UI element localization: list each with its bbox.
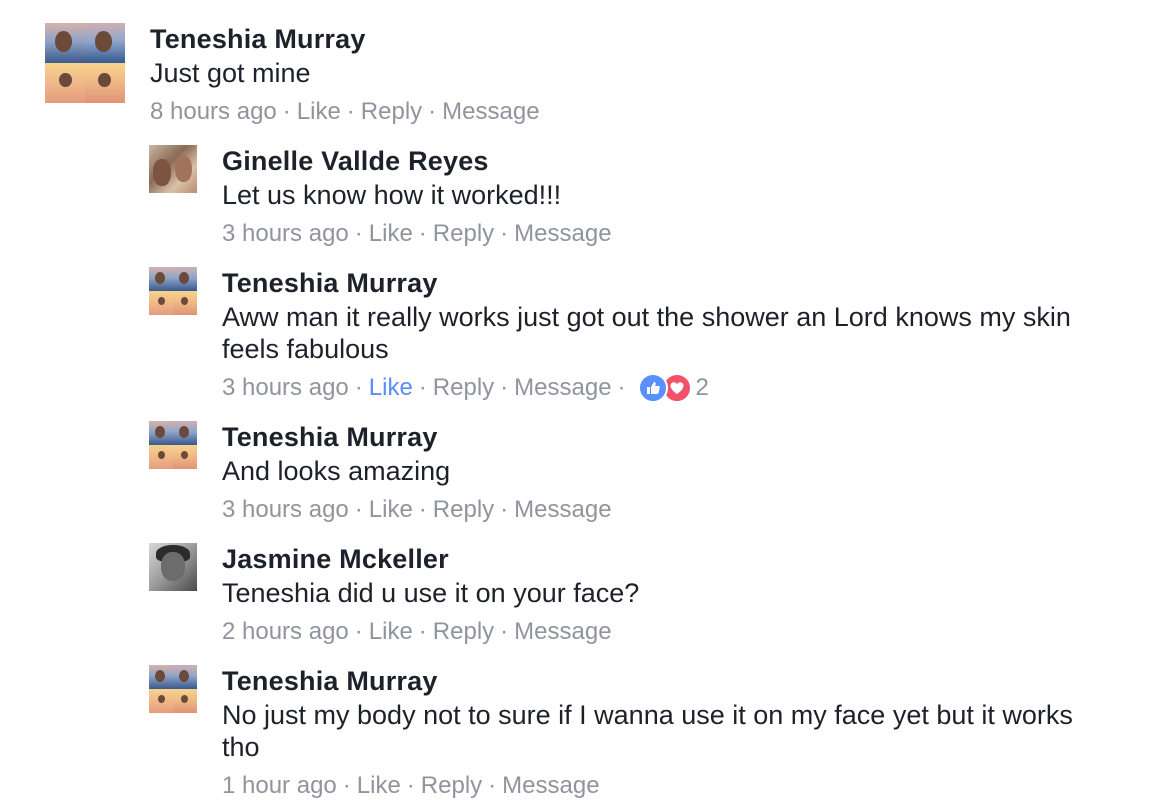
separator: ·: [354, 618, 363, 645]
separator: ·: [488, 772, 497, 799]
comment-reply: Teneshia Murray No just my body not to s…: [149, 665, 1082, 801]
separator: ·: [342, 772, 351, 799]
reactions-summary[interactable]: 2: [637, 373, 709, 403]
avatar[interactable]: [149, 421, 197, 469]
comment-reply: Ginelle Vallde Reyes Let us know how it …: [149, 145, 1082, 249]
reply-link[interactable]: Reply: [361, 97, 422, 127]
comment-meta: 3 hours ago · Like · Reply · Message: [222, 495, 1082, 525]
comment-author[interactable]: Teneshia Murray: [150, 23, 1010, 55]
separator: ·: [617, 374, 626, 401]
timestamp[interactable]: 3 hours ago: [222, 373, 349, 403]
comment-reply: Teneshia Murray And looks amazing 3 hour…: [149, 421, 1082, 525]
comment-body: Teneshia Murray Just got mine 8 hours ag…: [150, 23, 1010, 127]
separator: ·: [428, 98, 437, 125]
message-link[interactable]: Message: [514, 495, 611, 525]
comment-text: Aww man it really works just got out the…: [222, 302, 1071, 364]
timestamp[interactable]: 3 hours ago: [222, 219, 349, 249]
comment-text: And looks amazing: [222, 456, 451, 486]
separator: ·: [354, 220, 363, 247]
separator: ·: [282, 98, 291, 125]
comment: Teneshia Murray Just got mine 8 hours ag…: [45, 23, 1010, 127]
comment-body: Ginelle Vallde Reyes Let us know how it …: [222, 145, 1082, 249]
message-link[interactable]: Message: [442, 97, 539, 127]
avatar[interactable]: [149, 665, 197, 713]
separator: ·: [500, 220, 509, 247]
comment-reply: Teneshia Murray Aww man it really works …: [149, 267, 1082, 403]
reply-link[interactable]: Reply: [433, 219, 494, 249]
comment-meta: 2 hours ago · Like · Reply · Message: [222, 617, 1082, 647]
message-link[interactable]: Message: [514, 219, 611, 249]
comment-author[interactable]: Jasmine Mckeller: [222, 543, 1082, 575]
timestamp[interactable]: 8 hours ago: [150, 97, 277, 127]
separator: ·: [346, 98, 355, 125]
comment-author[interactable]: Teneshia Murray: [222, 421, 1082, 453]
separator: ·: [418, 618, 427, 645]
comment-author[interactable]: Teneshia Murray: [222, 665, 1082, 697]
timestamp[interactable]: 2 hours ago: [222, 617, 349, 647]
comment-body: Jasmine Mckeller Teneshia did u use it o…: [222, 543, 1082, 647]
like-link[interactable]: Like: [369, 495, 413, 525]
separator: ·: [418, 220, 427, 247]
like-link[interactable]: Like: [369, 617, 413, 647]
comment-meta: 1 hour ago · Like · Reply · Message: [222, 771, 1082, 801]
comment-author[interactable]: Ginelle Vallde Reyes: [222, 145, 1082, 177]
comment-body: Teneshia Murray No just my body not to s…: [222, 665, 1082, 801]
avatar[interactable]: [149, 267, 197, 315]
comment-text: Just got mine: [150, 58, 311, 88]
separator: ·: [500, 618, 509, 645]
comment-meta: 3 hours ago · Like · Reply · Message: [222, 219, 1082, 249]
like-link[interactable]: Like: [357, 771, 401, 801]
comment-meta: 8 hours ago · Like · Reply · Message: [150, 97, 1010, 127]
separator: ·: [406, 772, 415, 799]
timestamp[interactable]: 1 hour ago: [222, 771, 337, 801]
like-link[interactable]: Like: [297, 97, 341, 127]
message-link[interactable]: Message: [514, 373, 611, 403]
like-link[interactable]: Like: [369, 219, 413, 249]
like-link[interactable]: Like: [369, 373, 413, 403]
avatar[interactable]: [149, 145, 197, 193]
separator: ·: [500, 496, 509, 523]
message-link[interactable]: Message: [514, 617, 611, 647]
separator: ·: [354, 496, 363, 523]
comment-body: Teneshia Murray And looks amazing 3 hour…: [222, 421, 1082, 525]
avatar[interactable]: [149, 543, 197, 591]
avatar[interactable]: [45, 23, 125, 103]
message-link[interactable]: Message: [502, 771, 599, 801]
comment-text: Teneshia did u use it on your face?: [222, 578, 640, 608]
comment-body: Teneshia Murray Aww man it really works …: [222, 267, 1082, 403]
like-icon: [637, 373, 668, 403]
reply-link[interactable]: Reply: [421, 771, 482, 801]
separator: ·: [354, 374, 363, 401]
reply-link[interactable]: Reply: [433, 617, 494, 647]
comment-text: No just my body not to sure if I wanna u…: [222, 700, 1073, 762]
comment-text: Let us know how it worked!!!: [222, 180, 562, 210]
reply-link[interactable]: Reply: [433, 495, 494, 525]
comment-author[interactable]: Teneshia Murray: [222, 267, 1082, 299]
reaction-count: 2: [695, 374, 709, 401]
comment-reply: Jasmine Mckeller Teneshia did u use it o…: [149, 543, 1082, 647]
separator: ·: [500, 374, 509, 401]
reply-link[interactable]: Reply: [433, 373, 494, 403]
timestamp[interactable]: 3 hours ago: [222, 495, 349, 525]
comment-meta: 3 hours ago · Like · Reply · Message · 2: [222, 373, 1082, 403]
separator: ·: [418, 374, 427, 401]
separator: ·: [418, 496, 427, 523]
